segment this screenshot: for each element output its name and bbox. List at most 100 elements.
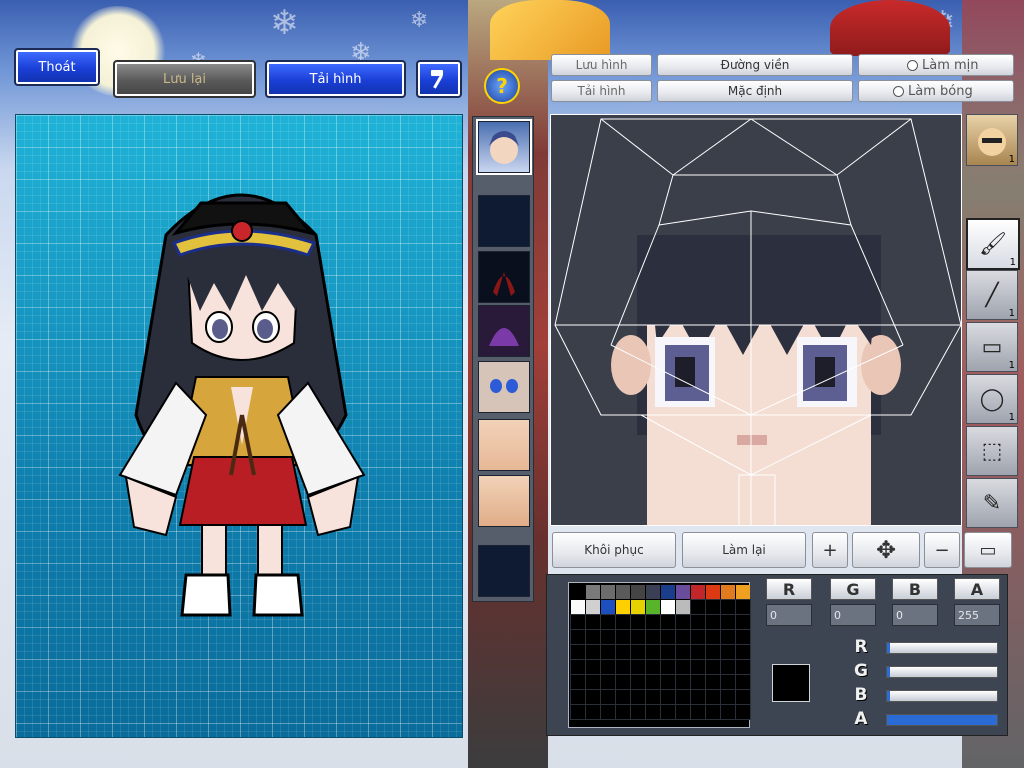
zoom-in-button[interactable]: + — [812, 532, 848, 568]
palette-swatch[interactable] — [660, 674, 676, 690]
palette-swatch[interactable] — [571, 585, 585, 599]
palette-swatch[interactable] — [600, 629, 616, 645]
eyedropper-tool[interactable]: ✎ — [966, 478, 1018, 528]
rectangle-tool[interactable]: ▭ 1 — [966, 322, 1018, 372]
palette-swatch[interactable] — [630, 614, 646, 630]
part-empty-slot-1[interactable] — [478, 195, 530, 247]
window-button[interactable]: ▭ — [964, 532, 1012, 568]
palette-swatch[interactable] — [630, 689, 646, 705]
palette-swatch[interactable] — [735, 599, 751, 615]
alpha-value-field[interactable]: 255 — [954, 604, 1000, 626]
palette-swatch[interactable] — [690, 614, 706, 630]
palette-swatch[interactable] — [645, 644, 661, 660]
palette-swatch[interactable] — [615, 704, 631, 720]
palette-swatch[interactable] — [600, 689, 616, 705]
palette-swatch[interactable] — [645, 629, 661, 645]
part-hair-red[interactable] — [478, 251, 530, 303]
palette-swatch[interactable] — [705, 614, 721, 630]
load-image-button[interactable]: Tải hình — [551, 80, 652, 102]
palette-swatch[interactable] — [601, 585, 615, 599]
palette-swatch[interactable] — [645, 704, 661, 720]
palette-swatch[interactable] — [675, 704, 691, 720]
palette-swatch[interactable] — [736, 585, 750, 599]
palette-swatch[interactable] — [675, 629, 691, 645]
palette-swatch[interactable] — [705, 674, 721, 690]
palette-swatch[interactable] — [706, 585, 720, 599]
palette-swatch[interactable] — [585, 644, 601, 660]
palette-swatch[interactable] — [586, 585, 600, 599]
alpha-slider[interactable] — [886, 714, 998, 726]
zoom-out-button[interactable]: − — [924, 532, 960, 568]
palette-swatch[interactable] — [586, 600, 600, 614]
palette-swatch[interactable] — [616, 585, 630, 599]
character-preview-canvas[interactable] — [15, 114, 463, 738]
palette-swatch[interactable] — [630, 659, 646, 675]
palette-swatch[interactable] — [585, 629, 601, 645]
color-palette[interactable] — [568, 582, 751, 728]
palette-swatch[interactable] — [615, 644, 631, 660]
palette-swatch[interactable] — [646, 600, 660, 614]
palette-swatch[interactable] — [585, 674, 601, 690]
palette-swatch[interactable] — [600, 704, 616, 720]
palette-swatch[interactable] — [645, 689, 661, 705]
part-neck-skin[interactable] — [478, 475, 530, 527]
red-value-field[interactable]: 0 — [766, 604, 812, 626]
palette-swatch[interactable] — [720, 689, 736, 705]
part-hat-purple[interactable] — [478, 305, 530, 357]
palette-swatch[interactable] — [570, 629, 586, 645]
face-editor-canvas[interactable] — [550, 114, 962, 526]
palette-swatch[interactable] — [615, 689, 631, 705]
palette-swatch[interactable] — [705, 689, 721, 705]
palette-swatch[interactable] — [570, 659, 586, 675]
part-body-skin[interactable] — [478, 419, 530, 471]
default-button[interactable]: Mặc định — [657, 80, 853, 102]
palette-swatch[interactable] — [690, 704, 706, 720]
green-slider[interactable] — [886, 666, 998, 678]
palette-swatch[interactable] — [585, 614, 601, 630]
palette-swatch[interactable] — [735, 704, 751, 720]
palette-swatch[interactable] — [705, 599, 721, 615]
brush-tool[interactable]: 🖌 1 — [966, 218, 1020, 270]
palette-swatch[interactable] — [616, 600, 630, 614]
palette-swatch[interactable] — [630, 644, 646, 660]
palette-swatch[interactable] — [570, 614, 586, 630]
palette-swatch[interactable] — [735, 614, 751, 630]
green-value-field[interactable]: 0 — [830, 604, 876, 626]
palette-swatch[interactable] — [585, 689, 601, 705]
palette-swatch[interactable] — [661, 600, 675, 614]
palette-swatch[interactable] — [675, 674, 691, 690]
palette-swatch[interactable] — [630, 704, 646, 720]
palette-swatch[interactable] — [690, 674, 706, 690]
palette-swatch[interactable] — [720, 674, 736, 690]
palette-swatch[interactable] — [720, 629, 736, 645]
palette-swatch[interactable] — [660, 614, 676, 630]
line-tool[interactable]: ╱ 1 — [966, 270, 1018, 320]
palette-swatch[interactable] — [645, 659, 661, 675]
help-button[interactable]: ? — [484, 68, 520, 104]
palette-swatch[interactable] — [720, 659, 736, 675]
palette-swatch[interactable] — [630, 674, 646, 690]
smooth-option[interactable]: Làm mịn — [858, 54, 1014, 76]
palette-swatch[interactable] — [600, 659, 616, 675]
palette-swatch[interactable] — [615, 674, 631, 690]
palette-swatch[interactable] — [645, 674, 661, 690]
palette-swatch[interactable] — [571, 600, 585, 614]
exit-button[interactable]: Thoát — [14, 48, 100, 86]
selection-tool[interactable]: ⬚ — [966, 426, 1018, 476]
save-image-button[interactable]: Lưu hình — [551, 54, 652, 76]
palette-swatch[interactable] — [720, 644, 736, 660]
restore-button[interactable]: Khôi phục — [552, 532, 676, 568]
palette-swatch[interactable] — [705, 629, 721, 645]
palette-swatch[interactable] — [646, 585, 660, 599]
palette-swatch[interactable] — [585, 704, 601, 720]
palette-swatch[interactable] — [631, 585, 645, 599]
palette-swatch[interactable] — [660, 659, 676, 675]
palette-swatch[interactable] — [615, 629, 631, 645]
palette-swatch[interactable] — [600, 614, 616, 630]
blue-value-field[interactable]: 0 — [892, 604, 938, 626]
palette-swatch[interactable] — [675, 644, 691, 660]
palette-swatch[interactable] — [631, 600, 645, 614]
palette-swatch[interactable] — [690, 644, 706, 660]
palette-swatch[interactable] — [690, 689, 706, 705]
palette-swatch[interactable] — [691, 585, 705, 599]
